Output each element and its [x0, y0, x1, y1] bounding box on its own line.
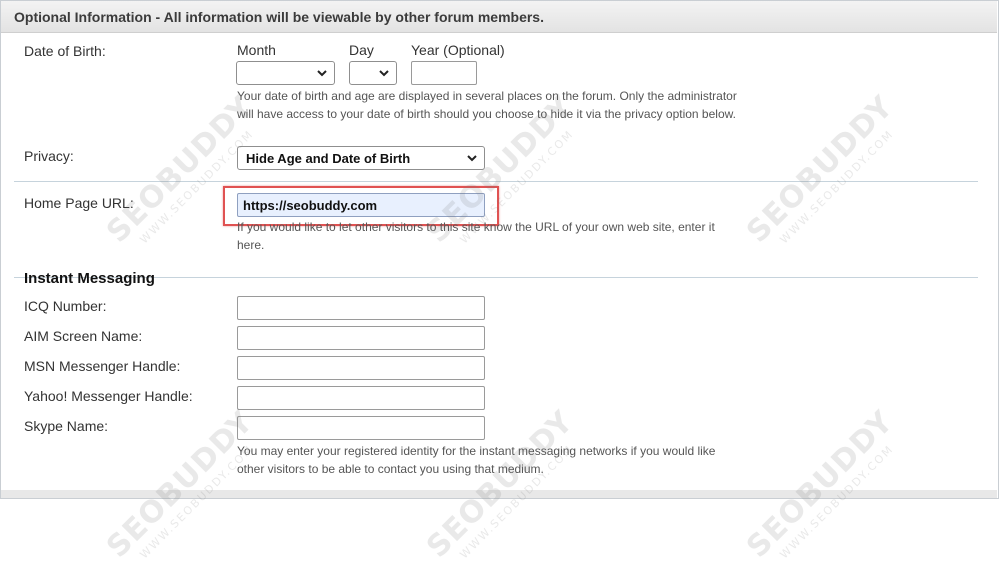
im-heading: Instant Messaging [24, 270, 155, 287]
yahoo-label: Yahoo! Messenger Handle: [24, 388, 193, 404]
bottom-bar [1, 490, 997, 498]
month-select[interactable] [236, 61, 335, 85]
skype-label: Skype Name: [24, 418, 109, 434]
msn-input[interactable] [237, 356, 485, 380]
divider [14, 277, 978, 278]
divider [14, 181, 978, 182]
im-help-text: You may enter your registered identity f… [237, 444, 716, 476]
icq-input[interactable] [237, 296, 485, 320]
homepage-url-input[interactable]: https://seobuddy.com [237, 193, 485, 217]
aim-label: AIM Screen Name: [24, 328, 143, 344]
icq-label: ICQ Number: [24, 298, 107, 314]
month-label: Month [237, 42, 276, 58]
dob-label: Date of Birth: [24, 43, 106, 59]
dob-help-text: Your date of birth and age are displayed… [237, 89, 737, 121]
chevron-down-icon [379, 70, 389, 77]
msn-label: MSN Messenger Handle: [24, 358, 181, 374]
day-select[interactable] [349, 61, 397, 85]
skype-input[interactable] [237, 416, 485, 440]
section-header: Optional Information - All information w… [1, 1, 997, 33]
yahoo-input[interactable] [237, 386, 485, 410]
homepage-url-value: https://seobuddy.com [243, 198, 378, 213]
privacy-label: Privacy: [24, 148, 74, 164]
privacy-select-value: Hide Age and Date of Birth [246, 151, 411, 166]
aim-input[interactable] [237, 326, 485, 350]
privacy-select[interactable]: Hide Age and Date of Birth [237, 146, 485, 170]
chevron-down-icon [467, 155, 477, 162]
chevron-down-icon [317, 70, 327, 77]
section-title: Optional Information - All information w… [14, 9, 544, 25]
homepage-label: Home Page URL: [24, 195, 134, 211]
day-label: Day [349, 42, 374, 58]
homepage-help-text: If you would like to let other visitors … [237, 220, 715, 252]
year-label: Year (Optional) [411, 42, 505, 58]
year-input[interactable] [411, 61, 477, 85]
